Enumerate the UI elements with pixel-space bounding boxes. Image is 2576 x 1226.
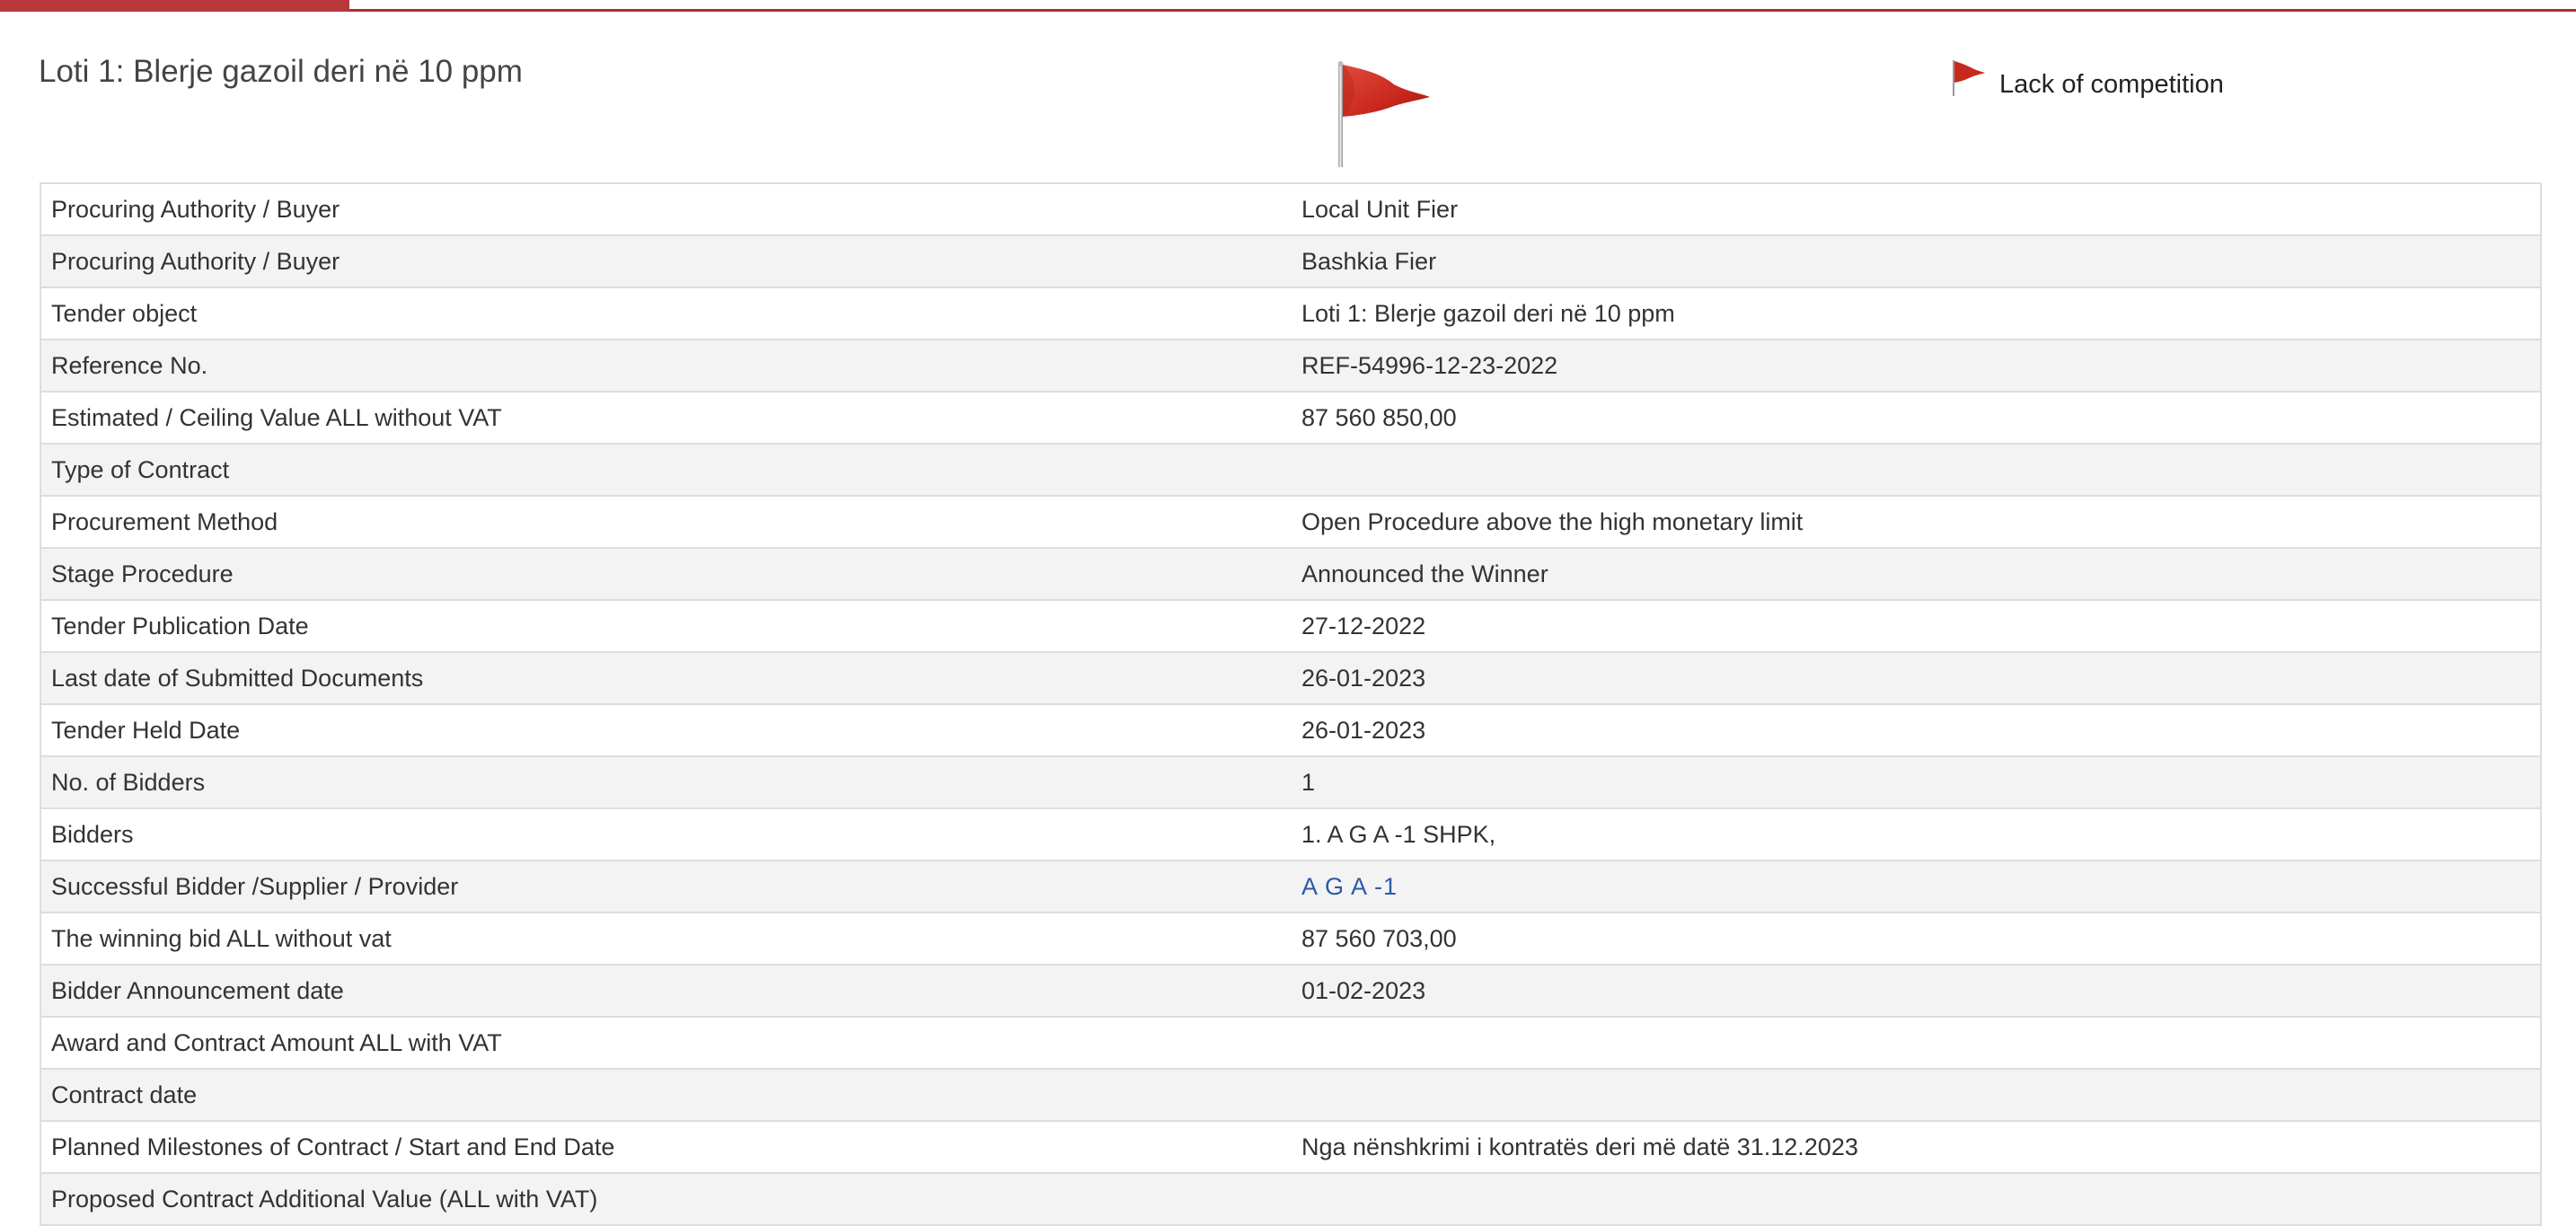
row-label: Contract date <box>40 1069 1292 1122</box>
top-accent-bar <box>0 0 2576 13</box>
top-accent-line <box>0 9 2576 12</box>
tender-details-table: Procuring Authority / Buyer Local Unit F… <box>40 182 2542 1226</box>
row-label: Stage Procedure <box>40 548 1292 601</box>
row-value <box>1292 1069 2541 1122</box>
row-label: Procuring Authority / Buyer <box>40 183 1292 236</box>
red-flag-icon <box>1337 61 1430 167</box>
small-red-flag-icon <box>1953 60 1985 96</box>
row-value <box>1292 444 2541 497</box>
row-label: Procurement Method <box>40 496 1292 549</box>
table-row: Award and Contract Amount ALL with VAT <box>40 1017 2541 1070</box>
table-row: Successful Bidder /Supplier / Provider A… <box>40 860 2541 913</box>
table-row: The winning bid ALL without vat 87 560 7… <box>40 913 2541 966</box>
table-row: Stage Procedure Announced the Winner <box>40 548 2541 601</box>
row-label: Award and Contract Amount ALL with VAT <box>40 1017 1292 1070</box>
table-row: Estimated / Ceiling Value ALL without VA… <box>40 392 2541 445</box>
row-value: REF-54996-12-23-2022 <box>1292 340 2541 392</box>
row-label: No. of Bidders <box>40 756 1292 809</box>
row-label: Estimated / Ceiling Value ALL without VA… <box>40 392 1292 445</box>
table-row: Reference No. REF-54996-12-23-2022 <box>40 340 2541 392</box>
row-value: Announced the Winner <box>1292 548 2541 601</box>
row-value <box>1292 1173 2541 1226</box>
table-row: Procuring Authority / Buyer Bashkia Fier <box>40 235 2541 288</box>
successful-bidder-link[interactable]: A G A -1 <box>1301 873 1398 900</box>
row-label: Reference No. <box>40 340 1292 392</box>
table-row: Planned Milestones of Contract / Start a… <box>40 1121 2541 1174</box>
row-value: 26-01-2023 <box>1292 704 2541 757</box>
row-value <box>1292 1017 2541 1070</box>
table-row: Tender object Loti 1: Blerje gazoil deri… <box>40 287 2541 340</box>
row-label: Procuring Authority / Buyer <box>40 235 1292 288</box>
row-label: Successful Bidder /Supplier / Provider <box>40 860 1292 913</box>
row-label: Tender Held Date <box>40 704 1292 757</box>
row-value: 1 <box>1292 756 2541 809</box>
row-label: Tender Publication Date <box>40 600 1292 653</box>
row-value: 01-02-2023 <box>1292 965 2541 1018</box>
row-label: Proposed Contract Additional Value (ALL … <box>40 1173 1292 1226</box>
table-row: Procurement Method Open Procedure above … <box>40 496 2541 549</box>
row-value: Bashkia Fier <box>1292 235 2541 288</box>
row-label: Bidder Announcement date <box>40 965 1292 1018</box>
row-value: 87 560 703,00 <box>1292 913 2541 966</box>
row-label: Tender object <box>40 287 1292 340</box>
row-value-cell: A G A -1 <box>1292 860 2541 913</box>
row-label: The winning bid ALL without vat <box>40 913 1292 966</box>
active-tab-indicator[interactable] <box>0 0 349 12</box>
row-label: Type of Contract <box>40 444 1292 497</box>
row-value: 26-01-2023 <box>1292 652 2541 705</box>
table-row: Proposed Contract Additional Value (ALL … <box>40 1173 2541 1226</box>
row-value: Open Procedure above the high monetary l… <box>1292 496 2541 549</box>
row-label: Last date of Submitted Documents <box>40 652 1292 705</box>
row-value: Nga nënshkrimi i kontratës deri më datë … <box>1292 1121 2541 1174</box>
row-label: Bidders <box>40 808 1292 861</box>
table-row: Contract date <box>40 1069 2541 1122</box>
flag-legend-label: Lack of competition <box>1999 69 2224 99</box>
row-label: Planned Milestones of Contract / Start a… <box>40 1121 1292 1174</box>
table-row: Last date of Submitted Documents 26-01-2… <box>40 652 2541 705</box>
row-value: 27-12-2022 <box>1292 600 2541 653</box>
table-row: Tender Held Date 26-01-2023 <box>40 704 2541 757</box>
row-value: 87 560 850,00 <box>1292 392 2541 445</box>
table-row: Bidder Announcement date 01-02-2023 <box>40 965 2541 1018</box>
row-value: 1. A G A -1 SHPK, <box>1292 808 2541 861</box>
table-row: Tender Publication Date 27-12-2022 <box>40 600 2541 653</box>
row-value: Local Unit Fier <box>1292 183 2541 236</box>
table-row: Type of Contract <box>40 444 2541 497</box>
flag-legend: Lack of competition <box>1949 57 2224 111</box>
table-row: Procuring Authority / Buyer Local Unit F… <box>40 183 2541 236</box>
table-row: No. of Bidders 1 <box>40 756 2541 809</box>
page-title: Loti 1: Blerje gazoil deri në 10 ppm <box>39 54 523 89</box>
table-row: Bidders 1. A G A -1 SHPK, <box>40 808 2541 861</box>
row-value: Loti 1: Blerje gazoil deri në 10 ppm <box>1292 287 2541 340</box>
